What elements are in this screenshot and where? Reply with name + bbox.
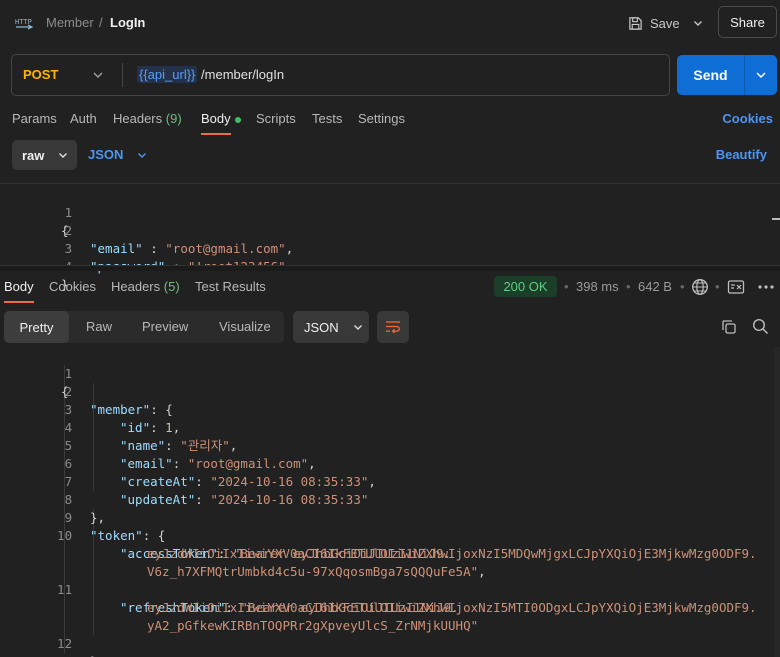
body-mode-label: raw [22, 147, 45, 163]
method-select[interactable]: POST [23, 67, 58, 82]
chevron-down-icon [694, 21, 702, 26]
url-path: /member/logIn [197, 67, 285, 82]
tab-scripts[interactable]: Scripts [256, 111, 296, 126]
tab-params[interactable]: Params [12, 111, 57, 126]
body-modified-dot [234, 116, 241, 123]
chevron-down-icon[interactable] [92, 66, 104, 84]
response-body-viewer[interactable]: 1 { 2 "member": { 3 "id": 1, 4 "name": "… [0, 347, 780, 657]
code-line: 5 "email": "root@gmail.com", [0, 419, 780, 471]
code-line: 3 "password" : "!root123456" [0, 222, 780, 274]
url-bar [11, 54, 670, 96]
word-wrap-button[interactable] [377, 311, 409, 343]
code-line: 6 "createAt": "2024-10-16 08:35:33", [0, 437, 780, 489]
response-tab-headers[interactable]: Headers (5) [111, 279, 180, 294]
wrap-lines-icon [386, 321, 400, 334]
save-label: Save [650, 15, 680, 31]
meta-separator: • [564, 279, 569, 294]
code-line: 3 "id": 1, [0, 383, 780, 435]
code-line: 10 "accessToken": "Bearer eyJhbGciOiJIUz… [0, 509, 780, 561]
code-line-wrapped: eyJzdWIiOiIxIiwiYXV0aCI6IkFETUlOIiwiZXhw… [0, 581, 780, 615]
code-line: 8 }, [0, 473, 780, 525]
view-mode-pretty[interactable]: Pretty [4, 311, 69, 343]
code-line: 2 "member": { [0, 365, 780, 417]
body-language-label: JSON [88, 147, 124, 162]
status-badge[interactable]: 200 OK [494, 276, 557, 297]
active-tab-indicator [4, 301, 34, 303]
url-variable: {{api_url}} [137, 66, 198, 83]
response-format-label: JSON [304, 319, 339, 335]
save-options-button[interactable] [688, 9, 708, 37]
code-line: 12 } [0, 617, 780, 657]
view-mode-raw[interactable]: Raw [86, 319, 112, 334]
cookies-link[interactable]: Cookies [722, 111, 773, 126]
top-bar: HTTP Member / LogIn Save Share [0, 0, 780, 46]
beautify-button[interactable]: Beautify [716, 147, 767, 162]
meta-separator: • [715, 279, 720, 294]
code-line: 4 } [0, 240, 780, 292]
breadcrumb-parent[interactable]: Member [46, 15, 94, 30]
send-options-button[interactable] [745, 55, 777, 95]
request-title[interactable]: LogIn [110, 15, 145, 30]
request-body-editor[interactable]: 1 { 2 "email" : "root@gmail.com", 3 "pas… [0, 183, 780, 292]
body-language-select[interactable]: JSON [88, 147, 147, 162]
code-line: 4 "name": "관리자", [0, 401, 780, 453]
pane-resize-handle[interactable] [0, 265, 780, 271]
svg-text:HTTP: HTTP [15, 18, 32, 26]
scrollbar-track[interactable] [774, 347, 780, 657]
code-line: 11 "refreshToken": "Bearer eyJhbGciOiJIU… [0, 563, 780, 615]
http-request-icon: HTTP [15, 18, 34, 30]
view-mode-visualize[interactable]: Visualize [219, 319, 271, 334]
share-button[interactable]: Share [718, 6, 777, 38]
send-button-group: Send [677, 55, 777, 95]
breadcrumb-separator: / [99, 15, 103, 30]
globe-icon[interactable] [691, 278, 709, 296]
save-icon [629, 16, 642, 30]
body-mode-select[interactable]: raw [12, 140, 77, 170]
tab-headers[interactable]: Headers (9) [113, 111, 182, 126]
code-line-wrapped: eyJzdWIiOiIxIiwiYXV0aCI6IkFETUlOIiwiZXhw… [0, 527, 780, 561]
response-tab-test-results[interactable]: Test Results [195, 279, 266, 294]
tab-body-label: Body [201, 111, 231, 126]
save-button[interactable]: Save [624, 9, 684, 37]
tab-tests[interactable]: Tests [312, 111, 342, 126]
code-line-wrapped: yA2_pGfkewKIRBnTOQPRr2gXpveyUlcS_ZrNMjkU… [0, 599, 780, 633]
copy-icon[interactable] [721, 319, 737, 335]
code-text: } [90, 653, 98, 657]
save-example-icon[interactable] [727, 279, 745, 295]
active-tab-indicator [201, 133, 231, 135]
more-options-icon[interactable] [757, 283, 775, 291]
response-format-select[interactable]: JSON [293, 311, 369, 343]
tab-body[interactable]: Body [201, 111, 241, 126]
tab-settings[interactable]: Settings [358, 111, 405, 126]
code-line: 13 } [0, 635, 780, 657]
send-button[interactable]: Send [677, 55, 744, 95]
code-line: 1 { [0, 186, 780, 238]
response-tab-cookies[interactable]: Cookies [49, 279, 96, 294]
chevron-down-icon [138, 152, 147, 158]
chevron-down-icon [353, 325, 362, 330]
line-number: 13 [30, 653, 72, 657]
headers-count: (9) [165, 111, 182, 126]
chevron-down-icon [59, 153, 68, 158]
code-line: 2 "email" : "root@gmail.com", [0, 204, 780, 256]
url-input[interactable]: {{api_url}} /member/logIn [137, 66, 285, 83]
url-divider [122, 63, 123, 87]
chevron-down-icon [756, 72, 766, 79]
response-tab-headers-label: Headers [111, 279, 161, 294]
response-size[interactable]: 642 B [638, 279, 672, 294]
view-mode-preview[interactable]: Preview [142, 319, 188, 334]
meta-separator: • [626, 279, 631, 294]
code-line: 9 "token": { [0, 491, 780, 543]
code-line-wrapped: V6z_h7XFMQtrUmbkd4c5u-97xQqosmBga7sQQQuF… [0, 545, 780, 579]
search-icon[interactable] [752, 318, 769, 335]
response-tab-body[interactable]: Body [4, 279, 34, 294]
response-time[interactable]: 398 ms [576, 279, 619, 294]
code-line: 7 "updateAt": "2024-10-16 08:35:33" [0, 455, 780, 507]
response-headers-count: (5) [163, 279, 180, 294]
meta-separator: • [680, 279, 685, 294]
tab-headers-label: Headers [113, 111, 163, 126]
scrollbar-thumb[interactable] [772, 218, 780, 220]
tab-auth[interactable]: Auth [70, 111, 97, 126]
code-line: 1 { [0, 347, 780, 399]
